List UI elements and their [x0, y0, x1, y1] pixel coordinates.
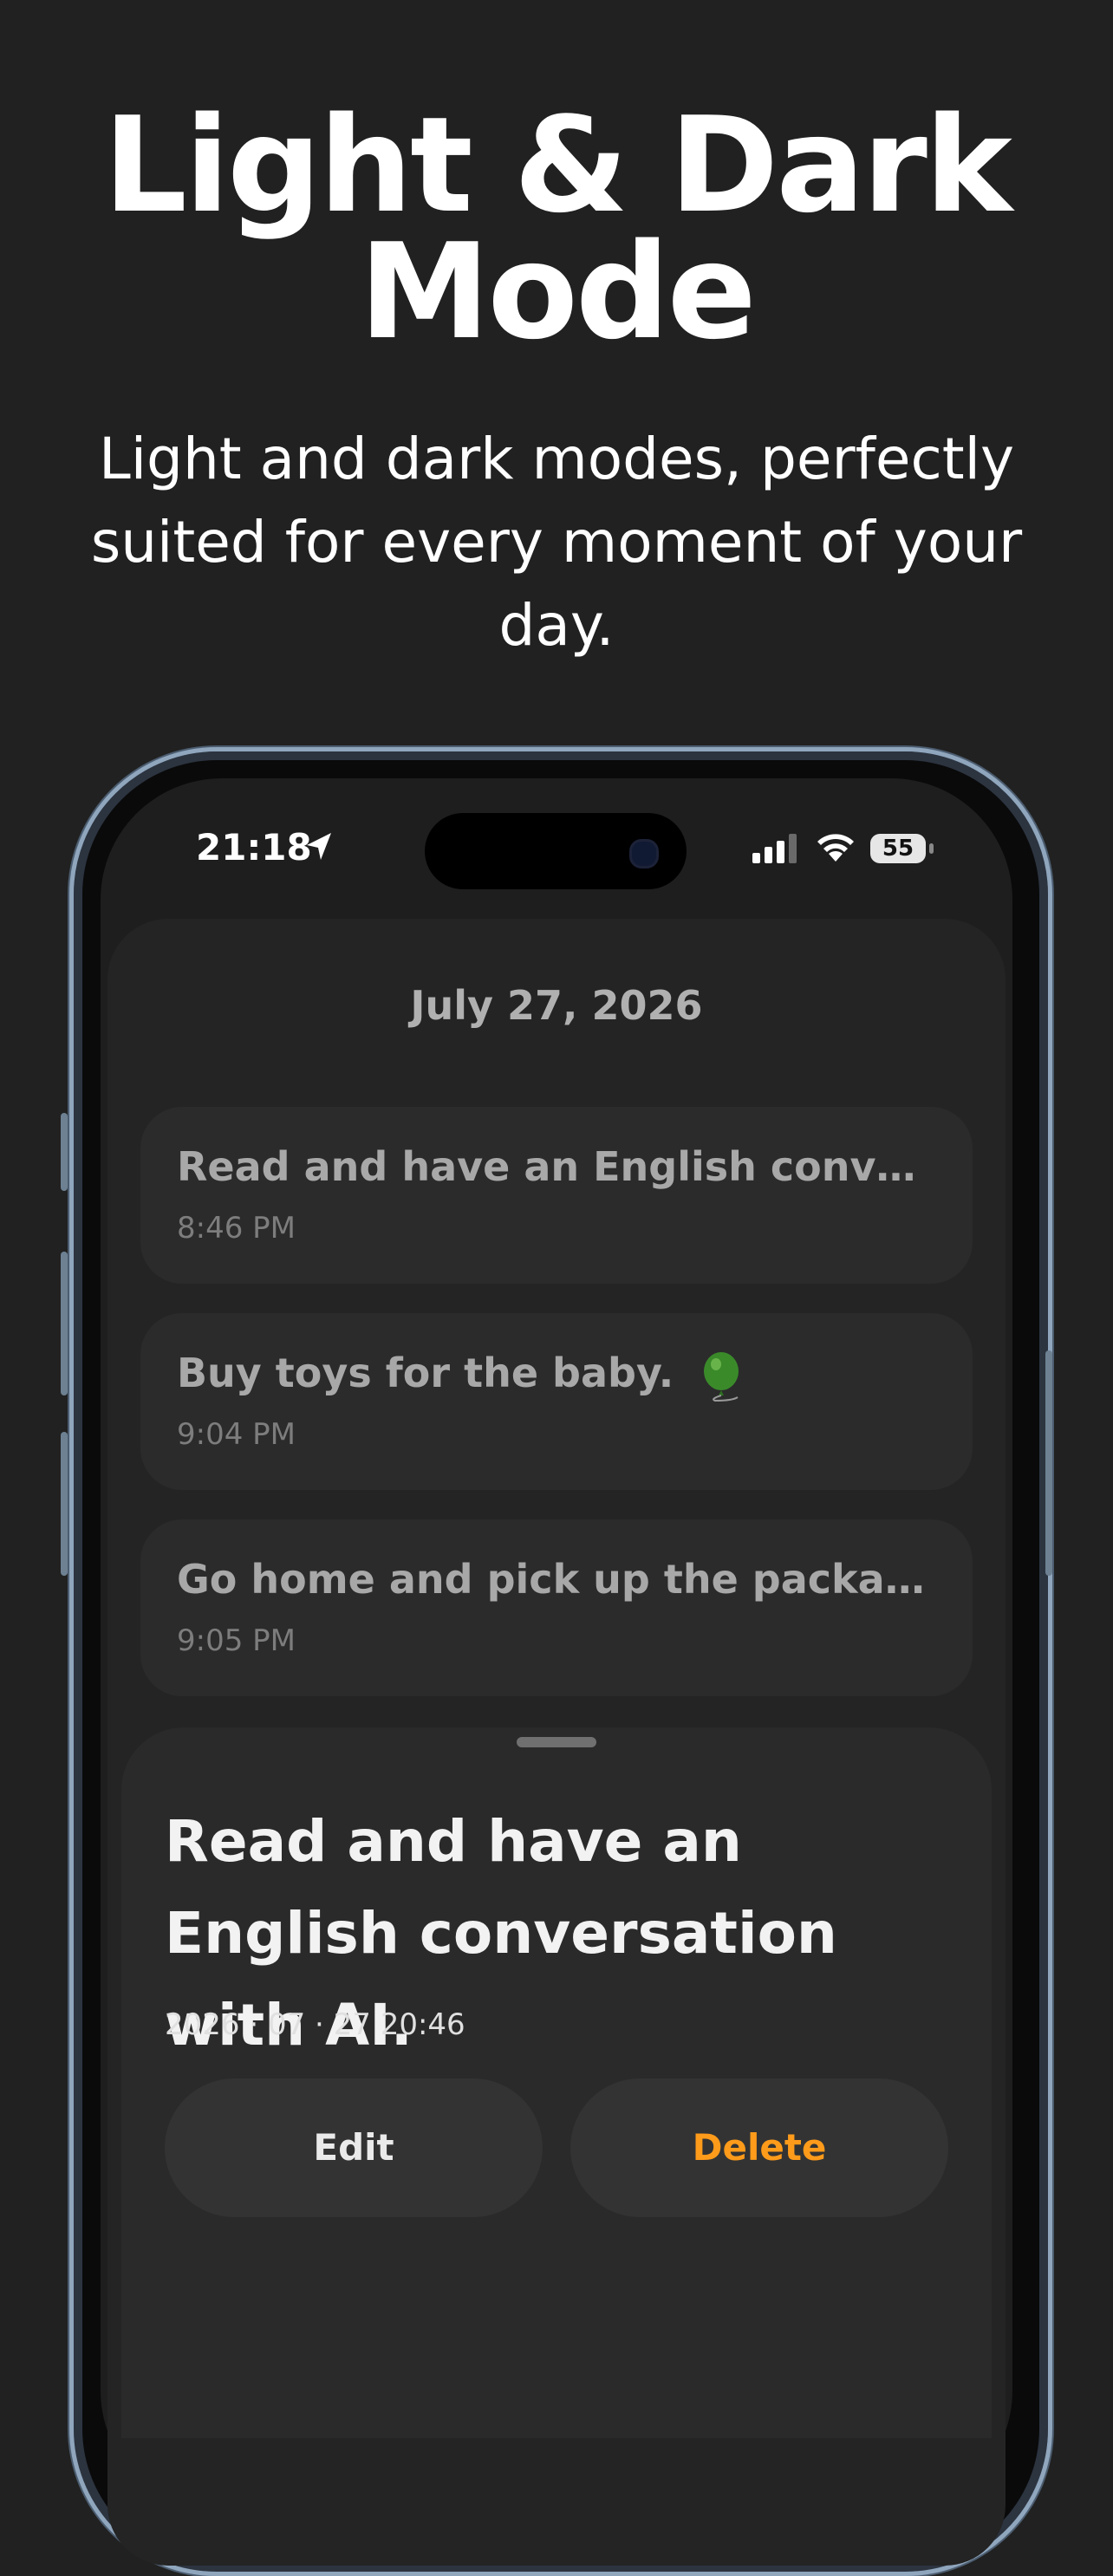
sheet-grabber[interactable]: [517, 1737, 596, 1747]
list-item-title-row: Buy toys for the baby.: [177, 1346, 940, 1402]
list-item-title: Buy toys for the baby.: [177, 1350, 674, 1396]
status-time: 21:18: [196, 826, 312, 868]
hero-title: Light & Dark Mode: [0, 88, 1113, 368]
hero-subtitle: Light and dark modes, perfectly suited f…: [90, 426, 1023, 659]
detail-timestamp: 2026 · 07 · 27 20:46: [165, 2007, 465, 2042]
battery-icon: 55: [870, 834, 926, 863]
balloon-icon: [704, 1351, 739, 1402]
list-item-time: 8:46 PM: [177, 1211, 296, 1246]
volume-up-button: [61, 1252, 68, 1395]
wifi-icon: [817, 834, 854, 862]
battery-tip: [929, 843, 934, 854]
list-item[interactable]: Read and have an English conversation wi…: [140, 1107, 973, 1284]
list-item-time: 9:04 PM: [177, 1417, 296, 1452]
list-item-title: Read and have an English conversation wi…: [177, 1143, 940, 1190]
location-arrow-icon: [307, 833, 331, 860]
list-item[interactable]: Buy toys for the baby. 9:04 PM: [140, 1313, 973, 1490]
hero-title-line2: Mode: [359, 215, 757, 368]
cellular-signal-icon: [752, 834, 797, 863]
hero-title-line1: Light & Dark: [103, 88, 1012, 242]
front-camera: [629, 839, 659, 868]
volume-down-button: [61, 1432, 68, 1576]
power-button: [1045, 1350, 1052, 1576]
list-item[interactable]: Go home and pick up the package. 9:05 PM: [140, 1519, 973, 1696]
edit-button[interactable]: Edit: [165, 2078, 543, 2217]
delete-button[interactable]: Delete: [570, 2078, 948, 2217]
action-button: [61, 1113, 68, 1191]
list-item-title: Go home and pick up the package.: [177, 1556, 940, 1603]
list-item-time: 9:05 PM: [177, 1623, 296, 1658]
date-heading: July 27, 2026: [410, 982, 703, 1029]
